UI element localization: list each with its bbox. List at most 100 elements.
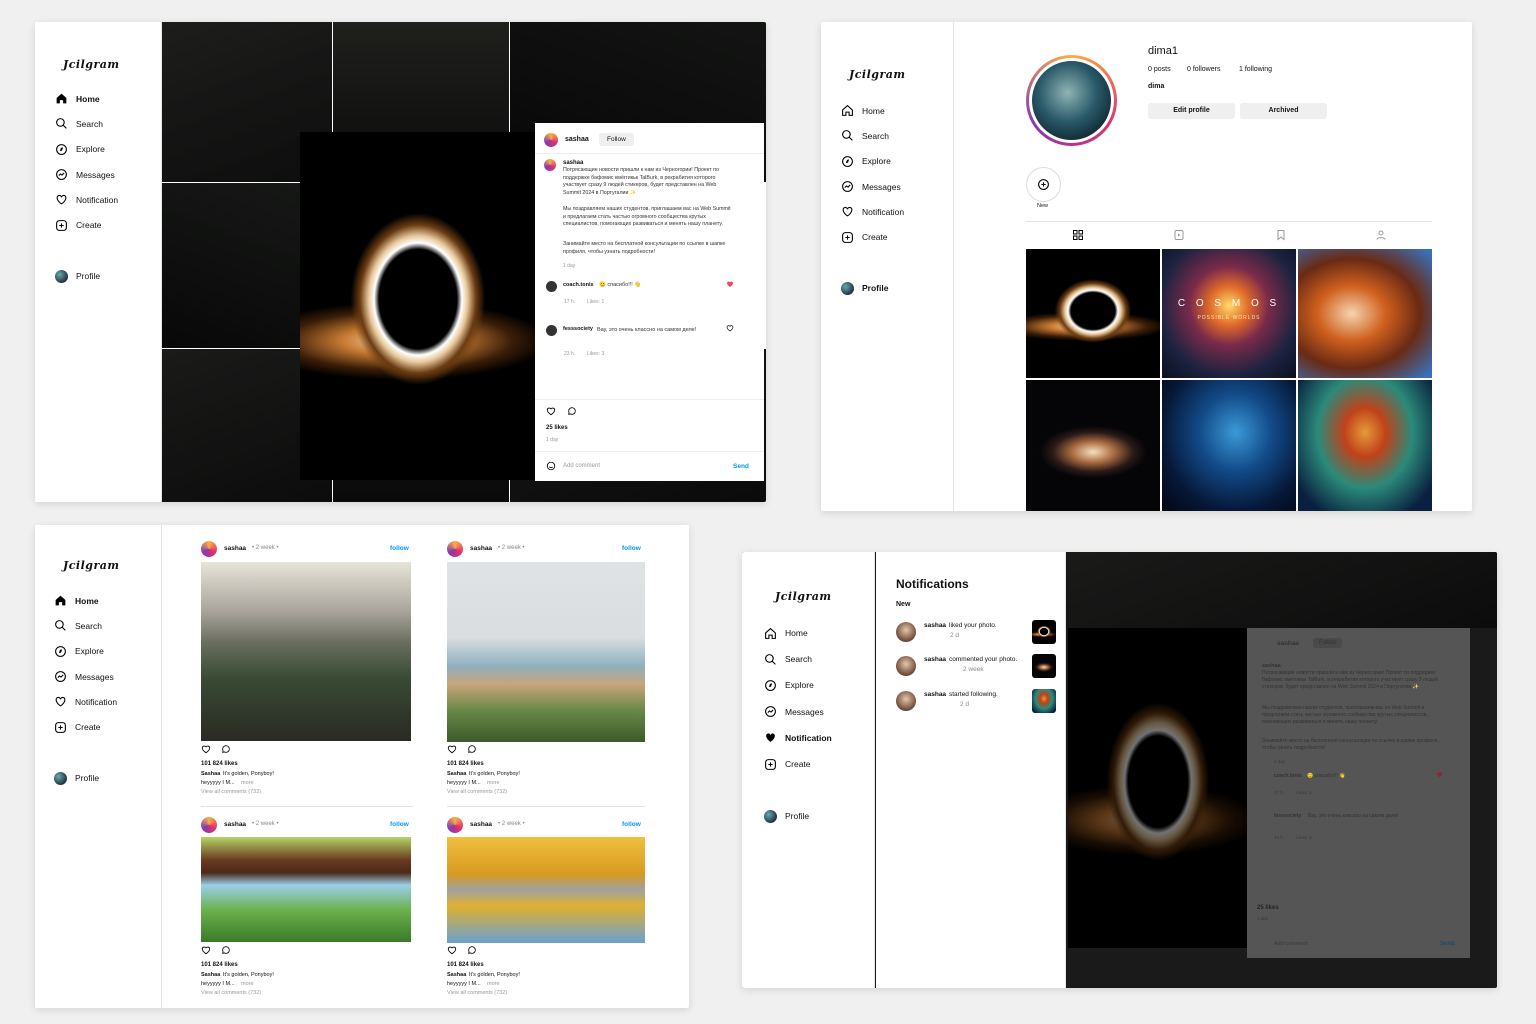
post-user[interactable]: sashaa [224, 545, 246, 552]
post-user[interactable]: sashaa [224, 821, 246, 828]
app-logo[interactable]: Jcilgram [775, 590, 832, 603]
nav-notification[interactable]: Notification [764, 725, 832, 751]
notification-thumbnail[interactable] [1032, 654, 1056, 678]
nav-create[interactable]: Create [55, 212, 118, 237]
like-icon[interactable] [546, 406, 556, 416]
tagged-icon[interactable] [1375, 229, 1387, 241]
like-icon[interactable] [447, 945, 457, 955]
nav-explore[interactable]: Explore [54, 639, 117, 664]
nav-create[interactable]: Create [841, 224, 904, 249]
notification-avatar[interactable] [896, 656, 916, 676]
send-button[interactable]: Send [733, 463, 749, 470]
post-author[interactable]: sashaa [565, 136, 589, 143]
nav-profile[interactable]: Profile [54, 766, 117, 791]
nav-create[interactable]: Create [54, 714, 117, 739]
profile-grid-item[interactable] [1162, 380, 1296, 511]
post-user[interactable]: sashaa [470, 545, 492, 552]
edit-profile-button[interactable]: Edit profile [1148, 103, 1235, 119]
emoji-icon[interactable] [546, 461, 556, 471]
comment-icon[interactable] [567, 406, 577, 416]
post-avatar[interactable] [201, 541, 217, 557]
saved-icon[interactable] [1275, 229, 1287, 241]
nav-explore[interactable]: Explore [841, 149, 904, 174]
nav-messages[interactable]: Messages [55, 162, 118, 187]
nav-messages[interactable]: Messages [841, 174, 904, 199]
notification-item[interactable]: sashaa liked your photo. 2 d [896, 620, 1056, 644]
like-icon[interactable] [447, 744, 457, 754]
comment-likes[interactable]: Likes: 1 [587, 299, 604, 305]
notification-item[interactable]: sashaa started following. 2 d [896, 689, 1056, 713]
nav-search[interactable]: Search [764, 646, 832, 672]
notification-user[interactable]: sashaa [924, 622, 946, 629]
post-avatar[interactable] [447, 541, 463, 557]
view-comments-link[interactable]: View all comments (732) [201, 990, 261, 996]
nav-messages[interactable]: Messages [54, 664, 117, 689]
likes-count[interactable]: 101 824 likes [447, 761, 484, 767]
reels-icon[interactable] [1173, 229, 1185, 241]
nav-search[interactable]: Search [55, 111, 118, 136]
comment-icon[interactable] [467, 744, 477, 754]
app-logo[interactable]: Jcilgram [63, 559, 120, 572]
notification-thumbnail[interactable] [1032, 689, 1056, 713]
nav-profile[interactable]: Profile [841, 276, 904, 301]
heart-outline-icon[interactable] [726, 324, 734, 332]
following-count[interactable]: 1 following [1239, 66, 1272, 73]
new-highlight-button[interactable] [1026, 167, 1061, 202]
notification-thumbnail[interactable] [1032, 620, 1056, 644]
more-link[interactable]: more [487, 981, 500, 987]
more-link[interactable]: more [487, 780, 500, 786]
notification-avatar[interactable] [896, 691, 916, 711]
notification-user[interactable]: sashaa [924, 691, 946, 698]
nav-messages[interactable]: Messages [764, 699, 832, 725]
follow-link[interactable]: follow [622, 545, 641, 552]
comment-icon[interactable] [221, 744, 231, 754]
caption-user[interactable]: Sashaa [447, 972, 466, 978]
grid-icon[interactable] [1072, 229, 1084, 241]
profile-grid-item[interactable] [1298, 380, 1432, 511]
add-comment-input[interactable]: Add comment [563, 463, 600, 469]
followers-count[interactable]: 0 followers [1187, 66, 1220, 73]
comment-likes[interactable]: Likes: 3 [587, 351, 604, 357]
nav-explore[interactable]: Explore [55, 137, 118, 162]
follow-button[interactable]: Follow [599, 133, 634, 146]
likes-count[interactable]: 25 likes [546, 425, 568, 431]
nav-create[interactable]: Create [764, 751, 832, 777]
profile-avatar[interactable] [1026, 55, 1117, 146]
profile-grid-item[interactable]: C O S M O S POSSIBLE WORLDS [1162, 249, 1296, 378]
heart-filled-icon[interactable] [726, 280, 734, 288]
post-image[interactable] [447, 837, 645, 943]
post-user[interactable]: sashaa [470, 821, 492, 828]
profile-grid-item[interactable] [1026, 249, 1160, 378]
nav-search[interactable]: Search [54, 613, 117, 638]
nav-notification[interactable]: Notification [54, 689, 117, 714]
notification-avatar[interactable] [896, 622, 916, 642]
comment-icon[interactable] [467, 945, 477, 955]
caption-user[interactable]: Sashaa [447, 771, 466, 777]
nav-search[interactable]: Search [841, 123, 904, 148]
post-image[interactable] [447, 562, 645, 742]
view-comments-link[interactable]: View all comments (732) [447, 789, 507, 795]
nav-explore[interactable]: Explore [764, 672, 832, 698]
profile-grid-item[interactable] [1298, 249, 1432, 378]
notification-item[interactable]: sashaa commented your photo. 2 week [896, 654, 1056, 678]
follow-link[interactable]: follow [390, 821, 409, 828]
caption-user[interactable]: Sashaa [201, 771, 220, 777]
notification-user[interactable]: sashaa [924, 656, 946, 663]
comment-user[interactable]: coach.tonis [563, 282, 594, 288]
nav-home[interactable]: Home [764, 620, 832, 646]
caption-author[interactable]: sashaa [563, 160, 583, 166]
caption-user[interactable]: Sashaa [201, 972, 220, 978]
nav-home[interactable]: Home [841, 98, 904, 123]
post-avatar[interactable] [447, 817, 463, 833]
more-link[interactable]: more [241, 981, 254, 987]
app-logo[interactable]: Jcilgram [63, 58, 120, 71]
nav-profile[interactable]: Profile [55, 264, 118, 289]
nav-profile[interactable]: Profile [764, 803, 832, 829]
likes-count[interactable]: 101 824 likes [201, 761, 238, 767]
like-icon[interactable] [201, 744, 211, 754]
comment-icon[interactable] [221, 945, 231, 955]
like-icon[interactable] [201, 945, 211, 955]
profile-grid-item[interactable] [1026, 380, 1160, 511]
nav-home[interactable]: Home [55, 86, 118, 111]
post-image[interactable] [201, 562, 411, 741]
